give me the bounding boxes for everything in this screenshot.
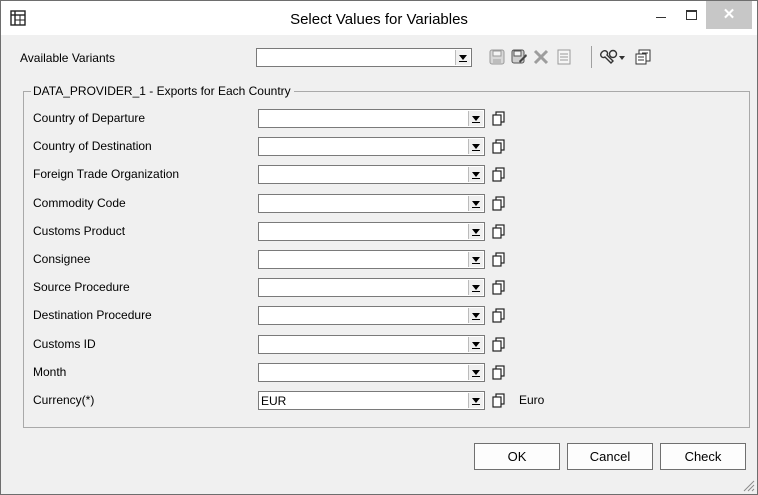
variable-label: Destination Procedure xyxy=(33,308,152,322)
chevron-down-icon[interactable] xyxy=(468,252,483,267)
variable-label: Country of Destination xyxy=(33,139,152,153)
value-help-icon[interactable] xyxy=(491,308,506,323)
variable-label: Customs ID xyxy=(33,337,96,351)
variable-value-combo[interactable]: EUR xyxy=(258,391,485,410)
value-help-icon[interactable] xyxy=(491,365,506,380)
personalize-icon[interactable] xyxy=(634,48,652,66)
check-button[interactable]: Check xyxy=(660,443,746,470)
save-icon[interactable] xyxy=(488,48,506,66)
variable-label: Foreign Trade Organization xyxy=(33,167,180,181)
chevron-down-icon[interactable] xyxy=(468,280,483,295)
chevron-down-icon[interactable] xyxy=(468,308,483,323)
value-help-icon[interactable] xyxy=(491,224,506,239)
value-help-icon[interactable] xyxy=(491,167,506,182)
variable-label: Source Procedure xyxy=(33,280,130,294)
details-icon[interactable] xyxy=(555,48,573,66)
value-help-icon[interactable] xyxy=(491,139,506,154)
variable-value-combo[interactable] xyxy=(258,194,485,213)
variable-label: Commodity Code xyxy=(33,196,126,210)
variable-value-combo[interactable] xyxy=(258,363,485,382)
value-help-icon[interactable] xyxy=(491,337,506,352)
chevron-down-icon[interactable] xyxy=(468,196,483,211)
tools-dropdown-icon[interactable] xyxy=(599,48,627,66)
value-help-icon[interactable] xyxy=(491,393,506,408)
variable-label: Currency(*) xyxy=(33,393,95,407)
title-bar[interactable]: Select Values for Variables ✕ xyxy=(1,1,757,35)
variable-label: Customs Product xyxy=(33,224,126,238)
variable-value-combo[interactable] xyxy=(258,335,485,354)
value-help-icon[interactable] xyxy=(491,280,506,295)
variable-value: EUR xyxy=(261,394,287,408)
variable-label: Country of Departure xyxy=(33,111,146,125)
minimize-icon xyxy=(656,17,666,18)
cancel-button[interactable]: Cancel xyxy=(567,443,653,470)
chevron-down-icon[interactable] xyxy=(468,167,483,182)
chevron-down-icon[interactable] xyxy=(468,365,483,380)
close-button[interactable]: ✕ xyxy=(706,1,752,29)
chevron-down-icon[interactable] xyxy=(468,111,483,126)
variable-value-combo[interactable] xyxy=(258,137,485,156)
value-help-icon[interactable] xyxy=(491,196,506,211)
chevron-down-icon[interactable] xyxy=(468,337,483,352)
variable-label: Month xyxy=(33,365,67,379)
value-help-icon[interactable] xyxy=(491,252,506,267)
variable-value-combo[interactable] xyxy=(258,165,485,184)
window-title: Select Values for Variables xyxy=(290,11,468,28)
variable-value-combo[interactable] xyxy=(258,278,485,297)
toolbar-separator xyxy=(591,46,592,68)
ok-button[interactable]: OK xyxy=(474,443,560,470)
close-icon: ✕ xyxy=(722,6,736,23)
variable-value-combo[interactable] xyxy=(258,109,485,128)
maximize-icon xyxy=(686,10,697,20)
available-variants-combo[interactable] xyxy=(256,48,472,67)
chevron-down-icon[interactable] xyxy=(468,393,483,408)
resize-grip-icon[interactable] xyxy=(741,478,755,492)
variable-label: Consignee xyxy=(33,252,91,266)
value-help-icon[interactable] xyxy=(491,111,506,126)
chevron-down-icon[interactable] xyxy=(455,50,470,65)
chevron-down-icon[interactable] xyxy=(468,224,483,239)
variable-value-combo[interactable] xyxy=(258,222,485,241)
variable-value-combo[interactable] xyxy=(258,306,485,325)
delete-icon[interactable] xyxy=(532,48,550,66)
dialog-window: Select Values for Variables ✕ Available … xyxy=(0,0,758,495)
maximize-button[interactable] xyxy=(678,1,704,29)
minimize-button[interactable] xyxy=(648,1,674,29)
variable-description: Euro xyxy=(519,393,545,407)
chevron-down-icon[interactable] xyxy=(468,139,483,154)
save-as-icon[interactable] xyxy=(510,48,528,66)
variable-value-combo[interactable] xyxy=(258,250,485,269)
available-variants-label: Available Variants xyxy=(20,51,115,65)
group-legend: DATA_PROVIDER_1 - Exports for Each Count… xyxy=(31,84,294,98)
